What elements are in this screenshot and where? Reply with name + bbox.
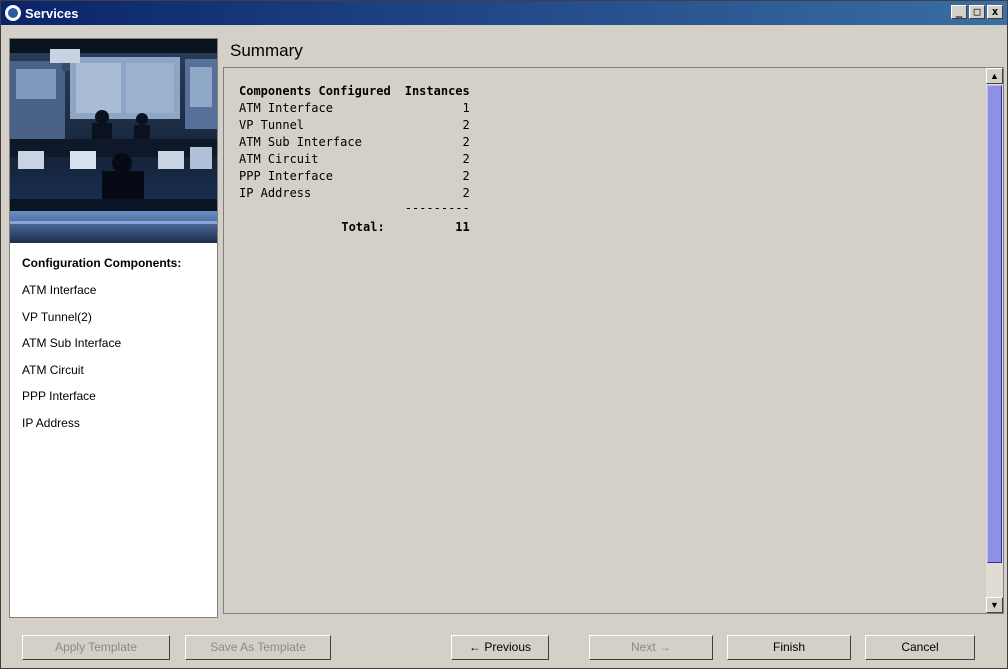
previous-button[interactable]: ← Previous xyxy=(451,635,549,660)
next-button[interactable]: Next → xyxy=(589,635,713,660)
component-name: IP Address xyxy=(239,186,312,200)
left-pane: Configuration Components: ATM Interface … xyxy=(9,38,218,618)
save-as-template-button[interactable]: Save As Template xyxy=(185,635,331,660)
previous-label: Previous xyxy=(484,640,532,654)
next-label: Next xyxy=(630,640,656,654)
separator-row: --------- xyxy=(239,201,470,220)
col-instances-header: Instances xyxy=(404,84,470,98)
scroll-thumb[interactable] xyxy=(987,85,1002,563)
scroll-up-icon[interactable]: ▲ xyxy=(986,68,1003,84)
nav-item-vp-tunnel[interactable]: VP Tunnel(2) xyxy=(10,304,217,331)
page-title: Summary xyxy=(230,41,303,60)
summary-table: Components Configured Instances ATM Inte… xyxy=(239,84,470,237)
config-components-heading: Configuration Components: xyxy=(22,256,182,270)
table-row: ATM Circuit 2 xyxy=(239,152,470,169)
table-row: ATM Sub Interface 2 xyxy=(239,135,470,152)
total-label: Total: xyxy=(341,220,385,234)
minimize-button[interactable]: _ xyxy=(951,5,967,19)
arrow-left-icon: ← xyxy=(468,640,481,654)
nav-item-atm-sub-interface[interactable]: ATM Sub Interface xyxy=(10,330,217,357)
component-name: ATM Interface xyxy=(239,101,333,115)
instance-count: 2 xyxy=(462,169,470,183)
instance-count: 1 xyxy=(462,101,470,115)
cancel-button[interactable]: Cancel xyxy=(865,635,975,660)
close-button[interactable]: x xyxy=(987,5,1003,19)
app-icon xyxy=(5,5,21,21)
nav-item-ppp-interface[interactable]: PPP Interface xyxy=(10,383,217,410)
maximize-button[interactable]: □ xyxy=(969,5,985,19)
nav-item-atm-circuit[interactable]: ATM Circuit xyxy=(10,357,217,384)
vertical-scrollbar[interactable]: ▲ ▼ xyxy=(986,68,1003,613)
instance-count: 2 xyxy=(462,152,470,166)
scroll-down-icon[interactable]: ▼ xyxy=(986,597,1003,613)
window-title: Services xyxy=(25,5,79,21)
total-row: Total: 11 xyxy=(239,220,470,237)
component-name: ATM Circuit xyxy=(239,152,319,166)
table-row: ATM Interface 1 xyxy=(239,101,470,118)
services-window: Services _ □ x Configuration Components:… xyxy=(0,0,1008,669)
table-row: PPP Interface 2 xyxy=(239,169,470,186)
title-bar[interactable]: Services _ □ x xyxy=(1,1,1007,25)
finish-button[interactable]: Finish xyxy=(727,635,851,660)
control-room-picture xyxy=(10,39,217,243)
total-value: 11 xyxy=(455,220,470,234)
control-room-image xyxy=(10,39,217,243)
nav-item-ip-address[interactable]: IP Address xyxy=(10,410,217,437)
window-controls: _ □ x xyxy=(951,5,1003,19)
component-name: ATM Sub Interface xyxy=(239,135,362,149)
button-bar: Apply Template Save As Template ← Previo… xyxy=(1,625,1007,669)
nav-item-atm-interface[interactable]: ATM Interface xyxy=(10,277,217,304)
table-row: VP Tunnel 2 xyxy=(239,118,470,135)
arrow-right-icon: → xyxy=(659,640,672,654)
summary-panel: Components Configured Instances ATM Inte… xyxy=(223,67,1004,614)
total-separator: --------- xyxy=(404,201,470,215)
apply-template-button[interactable]: Apply Template xyxy=(22,635,170,660)
instance-count: 2 xyxy=(462,135,470,149)
instance-count: 2 xyxy=(462,118,470,132)
col-components-header: Components Configured xyxy=(239,84,391,98)
summary-text: Components Configured Instances ATM Inte… xyxy=(224,68,1003,237)
table-header-row: Components Configured Instances xyxy=(239,84,470,101)
component-name: PPP Interface xyxy=(239,169,333,183)
component-name: VP Tunnel xyxy=(239,118,305,132)
